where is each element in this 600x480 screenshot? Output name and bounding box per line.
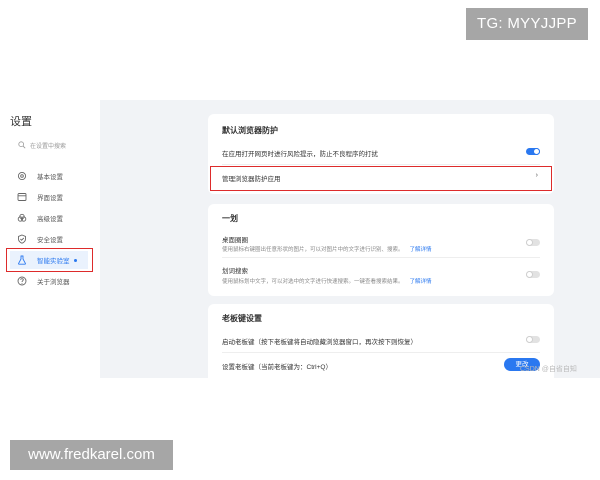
word-search-desc: 使用鼠标划中文字，可以对选中的文字进行快速搜索。一键查看搜索结果。 了解详情 [222, 279, 432, 285]
learn-more-link[interactable]: 了解详情 [410, 279, 432, 285]
sidebar-item-interface[interactable]: 界面设置 [10, 188, 88, 206]
sidebar: 设置 在设置中搜索 基本设置 界面设置 高级设置 安全设置 智能实验室 关于浏览… [0, 100, 100, 378]
sidebar-item-basic[interactable]: 基本设置 [10, 167, 88, 185]
desktop-circle-desc: 使用鼠标右键圈出任意形状的图片，可以对图片中的文字进行识别、搜索。 了解详情 [222, 247, 432, 253]
divider [222, 352, 540, 353]
sidebar-item-label: 安全设置 [37, 237, 63, 244]
search-icon [18, 141, 26, 149]
shield-icon [17, 234, 27, 244]
boss-key-enable-label: 启动老板键（按下老板键将自动隐藏浏览器窗口，再次按下则恢复） [222, 339, 417, 346]
sidebar-item-label: 界面设置 [37, 195, 63, 202]
search-input[interactable]: 在设置中搜索 [10, 138, 88, 152]
bottom-overlay-badge: www.fredkarel.com [10, 440, 173, 470]
sidebar-item-label: 高级设置 [37, 216, 63, 223]
gear-icon [17, 171, 27, 181]
search-placeholder: 在设置中搜索 [30, 143, 67, 150]
highlight-box-manage [210, 166, 552, 191]
section-title: 一划 [222, 214, 238, 223]
open-risk-label: 在应用打开网页时进行风险提示，防止不良程序的打扰 [222, 151, 378, 158]
sidebar-item-label: 关于浏览器 [37, 279, 70, 286]
highlight-box-smart-lab [6, 248, 93, 272]
open-risk-toggle[interactable] [526, 148, 540, 155]
cloud-icon [17, 213, 27, 223]
divider [222, 257, 540, 258]
question-icon [17, 276, 27, 286]
section-title: 老板键设置 [222, 314, 262, 323]
sidebar-item-advanced[interactable]: 高级设置 [10, 209, 88, 227]
settings-screenshot: 设置 在设置中搜索 基本设置 界面设置 高级设置 安全设置 智能实验室 关于浏览… [0, 100, 600, 378]
card-yihua: 一划 桌面圈圈 使用鼠标右键圈出任意形状的图片，可以对图片中的文字进行识别、搜索… [208, 204, 554, 296]
watermark-text: CSDN @自省自知 [520, 366, 577, 373]
learn-more-link[interactable]: 了解详情 [410, 247, 432, 253]
boss-key-set-label: 设置老板键（当前老板键为：Ctrl+Q） [222, 364, 332, 371]
sidebar-item-security[interactable]: 安全设置 [10, 230, 88, 248]
word-search-toggle[interactable] [526, 271, 540, 278]
desktop-circle-toggle[interactable] [526, 239, 540, 246]
section-title: 默认浏览器防护 [222, 126, 278, 135]
divider [222, 164, 540, 165]
window-icon [17, 192, 27, 202]
sidebar-item-label: 基本设置 [37, 174, 63, 181]
boss-key-toggle[interactable] [526, 336, 540, 343]
page: TG: MYYJJPP 设置 在设置中搜索 基本设置 界面设置 高级设置 安全设… [0, 0, 600, 480]
sidebar-title: 设置 [10, 116, 32, 128]
desktop-circle-label: 桌面圈圈 [222, 237, 248, 244]
top-overlay-badge: TG: MYYJJPP [466, 8, 588, 40]
sidebar-item-about[interactable]: 关于浏览器 [10, 272, 88, 290]
word-search-label: 划词搜索 [222, 268, 248, 275]
card-boss-key: 老板键设置 启动老板键（按下老板键将自动隐藏浏览器窗口，再次按下则恢复） 设置老… [208, 304, 554, 378]
